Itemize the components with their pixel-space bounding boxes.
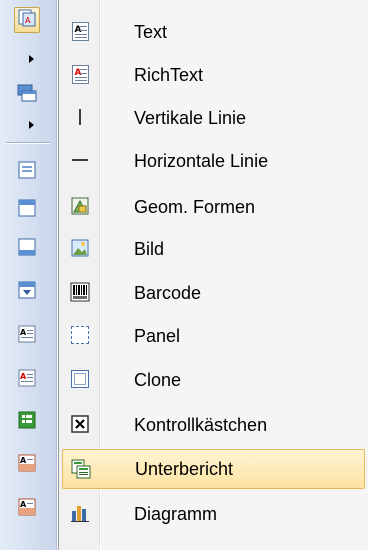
toolbar-separator xyxy=(6,142,50,144)
menu-item-label: Geom. Formen xyxy=(134,196,256,217)
bands-icon xyxy=(17,83,37,108)
picture-icon xyxy=(69,237,91,259)
barcode-icon xyxy=(69,281,91,303)
page-header-icon xyxy=(18,161,36,184)
menu-item-label: RichText xyxy=(134,64,204,85)
table-icon xyxy=(18,411,36,434)
components-button[interactable]: A xyxy=(14,7,40,33)
text-component-button-3[interactable]: A xyxy=(14,496,40,522)
bands-dropdown-arrow[interactable] xyxy=(29,121,34,129)
clone-icon xyxy=(69,368,91,390)
bands-button[interactable] xyxy=(14,82,40,108)
menu-item-label: Diagramm xyxy=(134,503,218,524)
insert-component-menu: A Text A RichText Vertikale Linie Horizo… xyxy=(58,0,368,550)
menu-item-label: Clone xyxy=(134,369,182,390)
footer-band-icon xyxy=(18,238,36,261)
menu-item-richtext[interactable]: A RichText xyxy=(62,55,365,95)
chart-icon xyxy=(69,502,91,524)
data-band-button[interactable] xyxy=(14,279,40,305)
header-band-icon xyxy=(18,199,36,222)
richtext-component-icon: A xyxy=(18,369,36,392)
subreport-icon xyxy=(70,458,92,480)
panel-icon xyxy=(69,324,91,346)
table-button[interactable] xyxy=(14,409,40,435)
component-toolbar: A A A A A xyxy=(0,0,57,550)
menu-item-label: Text xyxy=(134,21,168,42)
text-box-icon: A xyxy=(69,20,91,42)
svg-text:A: A xyxy=(20,372,27,381)
text-component-button-2[interactable]: A xyxy=(14,452,40,478)
svg-text:A: A xyxy=(25,16,31,25)
menu-item-label: Horizontale Linie xyxy=(134,150,269,171)
footer-band-button[interactable] xyxy=(14,236,40,262)
menu-item-checkbox[interactable]: Kontrollkästchen xyxy=(62,405,365,445)
shapes-icon xyxy=(69,195,91,217)
menu-item-label: Kontrollkästchen xyxy=(134,414,268,435)
data-band-icon xyxy=(18,281,36,304)
menu-item-text[interactable]: A Text xyxy=(62,12,365,52)
menu-item-shapes[interactable]: Geom. Formen xyxy=(62,187,365,227)
menu-item-barcode[interactable]: Barcode xyxy=(62,273,365,313)
menu-item-picture[interactable]: Bild xyxy=(62,229,365,269)
menu-item-clone[interactable]: Clone xyxy=(62,360,365,400)
richtext-component-button[interactable]: A xyxy=(14,367,40,393)
checkbox-icon xyxy=(69,413,91,435)
menu-item-vertical-line[interactable]: Vertikale Linie xyxy=(62,98,365,138)
menu-item-label: Vertikale Linie xyxy=(134,107,247,128)
text-component-button[interactable]: A xyxy=(14,323,40,349)
menu-item-label: Bild xyxy=(134,238,165,259)
text-component-icon-3: A xyxy=(18,498,36,521)
page-header-button[interactable] xyxy=(14,159,40,185)
svg-text:A: A xyxy=(20,456,27,465)
richtext-icon: A xyxy=(69,63,91,85)
vertical-line-icon xyxy=(69,106,91,128)
svg-text:A: A xyxy=(20,500,27,509)
components-icon: A xyxy=(18,9,36,32)
menu-item-label: Barcode xyxy=(134,282,202,303)
menu-item-label: Unterbericht xyxy=(135,458,234,479)
components-dropdown-arrow[interactable] xyxy=(29,55,34,63)
menu-item-subreport[interactable]: Unterbericht xyxy=(62,449,365,489)
svg-text:A: A xyxy=(20,328,27,337)
menu-item-label: Panel xyxy=(134,325,181,346)
menu-item-chart[interactable]: Diagramm xyxy=(62,494,365,534)
horizontal-line-icon xyxy=(69,149,91,171)
menu-item-horizontal-line[interactable]: Horizontale Linie xyxy=(62,141,365,181)
text-component-icon-2: A xyxy=(18,454,36,477)
text-component-icon: A xyxy=(18,325,36,348)
menu-item-panel[interactable]: Panel xyxy=(62,316,365,356)
header-band-button[interactable] xyxy=(14,197,40,223)
